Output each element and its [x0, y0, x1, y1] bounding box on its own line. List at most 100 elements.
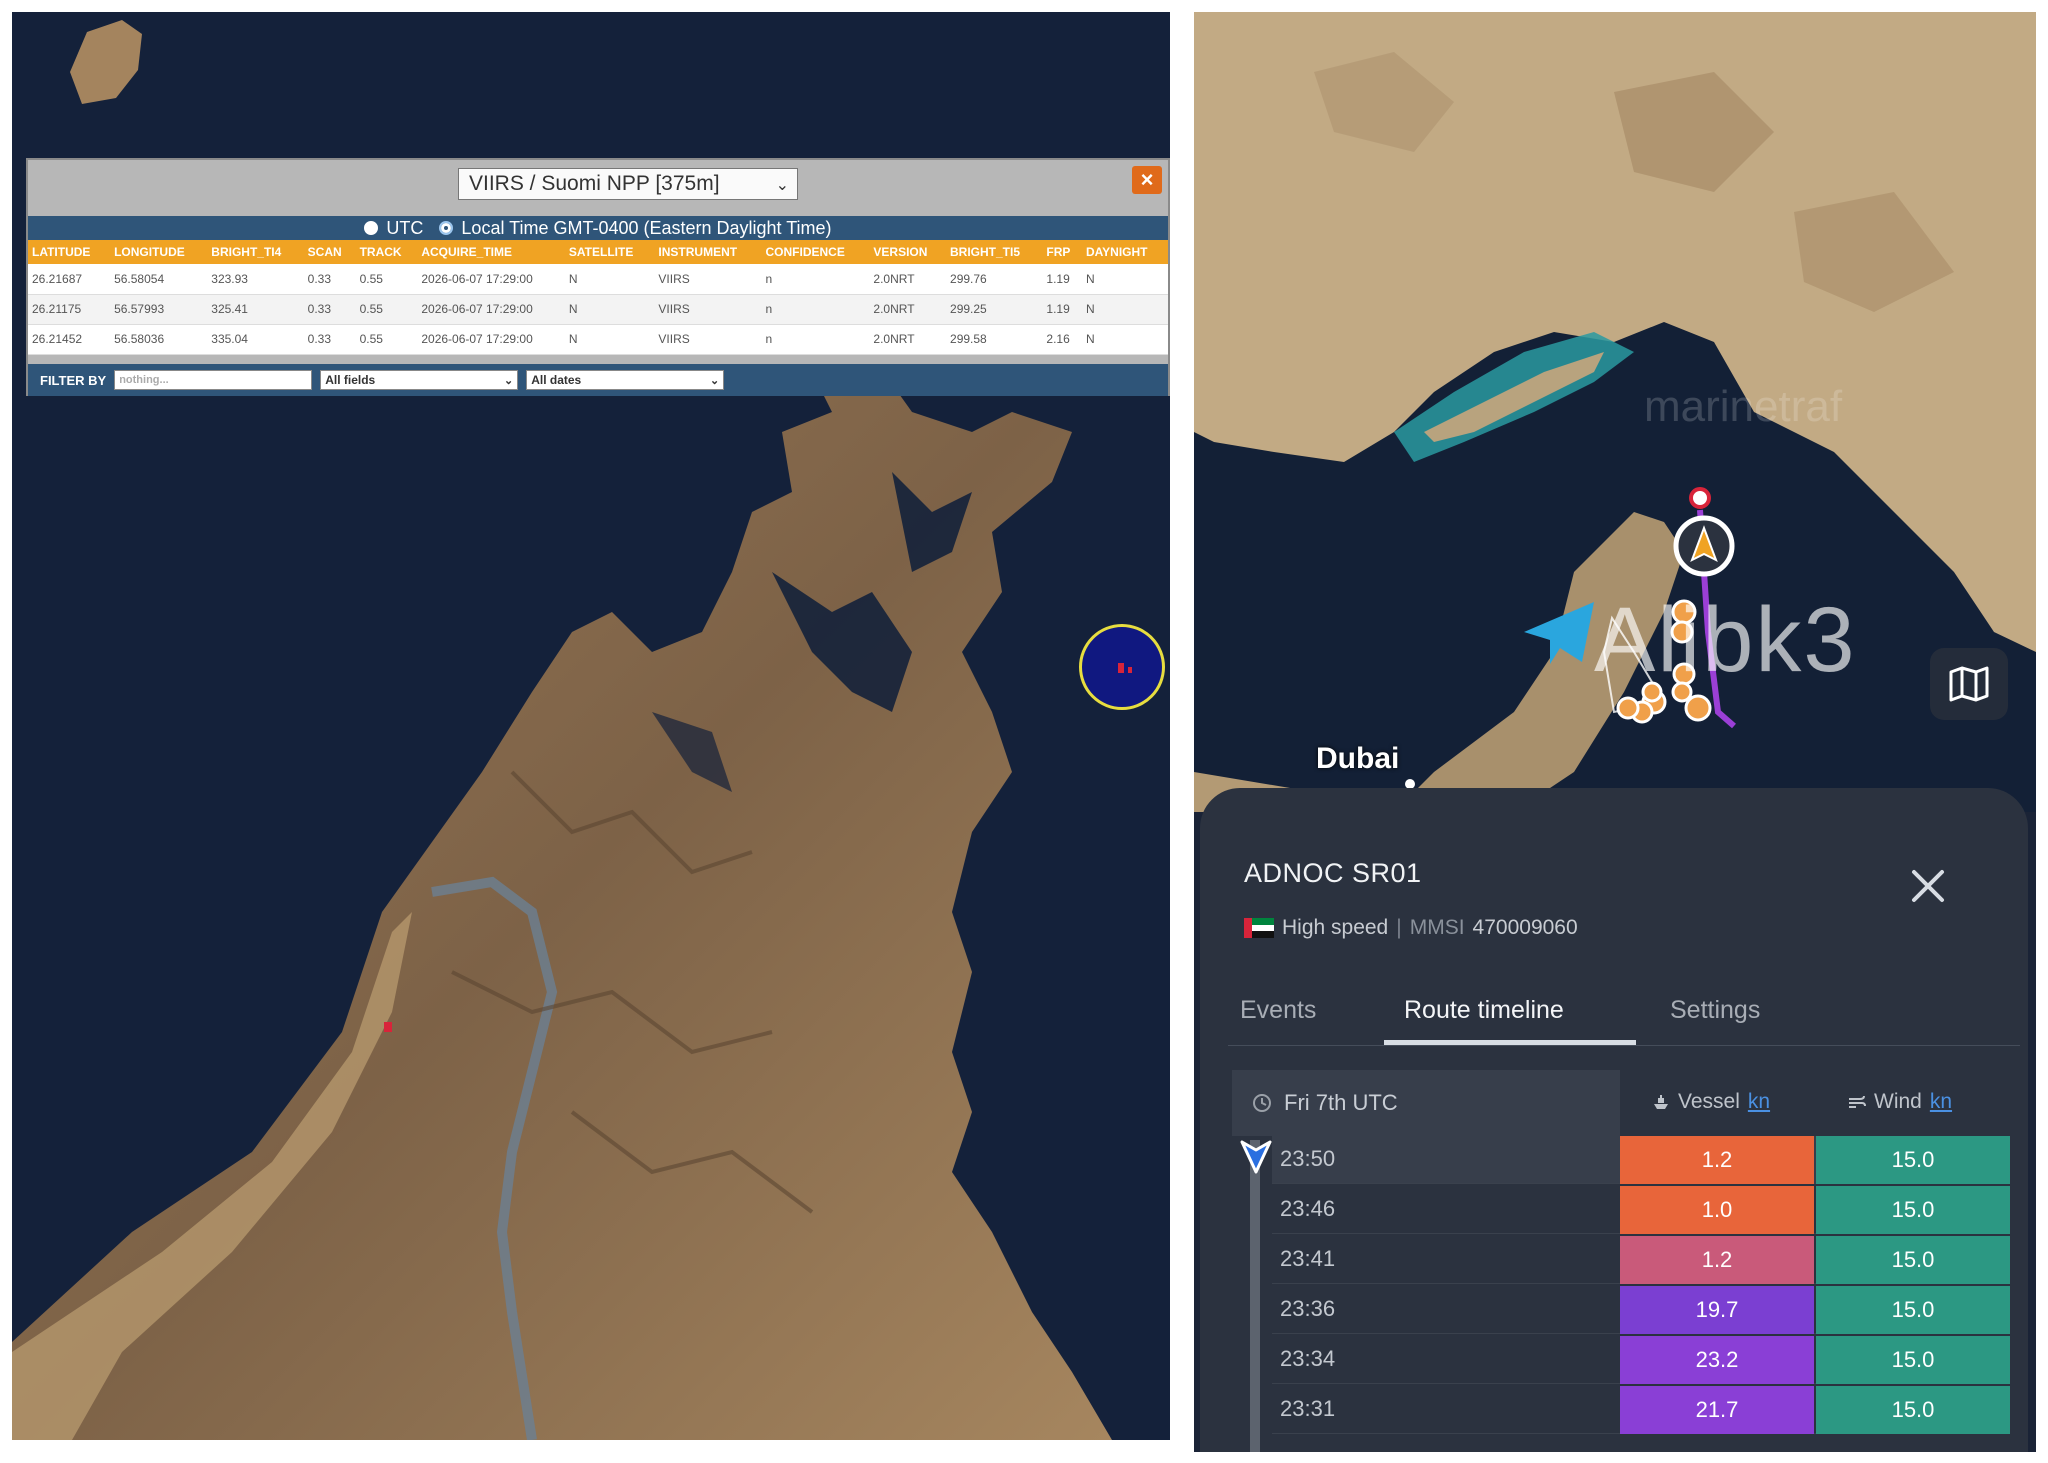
table-row[interactable]: 26.21452 56.58036 335.04 0.33 0.55 2026-06-07… [28, 324, 1168, 355]
city-label: Dubai [1316, 742, 1400, 775]
timeline-row[interactable]: 23:50 1.2 15.0 [1272, 1136, 2010, 1184]
vessel-arrow-icon[interactable] [1673, 515, 1735, 577]
wind-speed-header: Wind kn [1848, 1090, 1952, 1114]
timeline-row[interactable]: 23:31 21.7 15.0 [1272, 1386, 2010, 1434]
vessel-speed-header: Vessel kn [1652, 1090, 1770, 1114]
close-icon[interactable]: × [1132, 166, 1162, 194]
ship-icon [1654, 1095, 1668, 1109]
vessel-meta: High speed | MMSI 470009060 [1244, 916, 1578, 940]
column-header[interactable]: LONGITUDE [110, 240, 208, 264]
table-cell: 299.76 [946, 264, 1043, 295]
table-cell: 1.19 [1042, 264, 1082, 295]
timeline-time: 23:36 [1280, 1296, 1336, 1321]
column-header[interactable]: BRIGHT_TI5 [946, 240, 1043, 264]
column-header[interactable]: CONFIDENCE [761, 240, 870, 264]
timeline-time: 23:46 [1280, 1196, 1336, 1221]
fire-marker[interactable] [384, 1022, 392, 1032]
table-cell: 2026-06-07 17:29:00 [417, 324, 565, 355]
wind-unit-link[interactable]: kn [1930, 1090, 1952, 1114]
table-cell: N [1081, 324, 1168, 355]
wind-header-label: Wind [1874, 1090, 1922, 1113]
timeline-row[interactable]: 23:36 19.7 15.0 [1272, 1286, 2010, 1334]
chevron-down-icon: ⌄ [775, 177, 789, 194]
vessel-speed-cell: 23.2 [1620, 1336, 1814, 1384]
chevron-down-icon: ⌄ [709, 375, 720, 387]
column-header[interactable]: INSTRUMENT [654, 240, 762, 264]
vessel-speed-cell: 21.7 [1620, 1386, 1814, 1434]
column-header[interactable]: SATELLITE [564, 240, 655, 264]
mmsi-value: 470009060 [1472, 916, 1578, 939]
timeline-time: 23:50 [1280, 1146, 1336, 1171]
vessel-speed-cell: 1.0 [1620, 1186, 1814, 1234]
table-cell: 26.21452 [28, 324, 111, 355]
table-cell: 56.58054 [110, 264, 208, 295]
tab-settings[interactable]: Settings [1670, 996, 1760, 1025]
timeline-row[interactable]: 23:34 23.2 15.0 [1272, 1336, 2010, 1384]
timeline-time: 23:41 [1280, 1246, 1336, 1271]
timeline-time: 23:34 [1280, 1346, 1336, 1371]
utc-label: UTC [386, 217, 424, 238]
column-header[interactable]: BRIGHT_TI4 [207, 240, 304, 264]
column-header[interactable]: TRACK [355, 240, 418, 264]
tab-bar: Events Route timeline Settings [1228, 984, 2020, 1046]
table-cell: 0.33 [303, 264, 356, 295]
table-cell: 299.25 [946, 294, 1043, 325]
date-header: Fri 7th UTC [1232, 1070, 1620, 1136]
close-icon[interactable] [1908, 866, 1948, 906]
mmsi-label: MMSI [1409, 916, 1465, 939]
table-cell: VIIRS [654, 294, 762, 325]
table-cell: VIIRS [654, 324, 762, 355]
filter-row: FILTER BY nothing... All fields ⌄ All da… [28, 364, 1168, 396]
local-time-radio[interactable] [439, 221, 454, 235]
table-row[interactable]: 26.21175 56.57993 325.41 0.33 0.55 2026-06-07… [28, 294, 1168, 325]
hotspot-circle[interactable] [1079, 624, 1165, 710]
timeline-row[interactable]: 23:41 1.2 15.0 [1272, 1236, 2010, 1284]
hotspot-dot [1118, 663, 1124, 673]
vessel-unit-link[interactable]: kn [1748, 1090, 1770, 1114]
date-label: Fri 7th UTC [1284, 1090, 1398, 1115]
hotspot-dot [1128, 667, 1132, 673]
column-header[interactable]: VERSION [869, 240, 947, 264]
wind-speed-cell: 15.0 [1816, 1336, 2010, 1384]
table-cell: 56.57993 [110, 294, 208, 325]
chevron-down-icon: ⌄ [503, 375, 514, 387]
table-row[interactable]: 26.21687 56.58054 323.93 0.33 0.55 2026-06-07… [28, 264, 1168, 295]
utc-radio[interactable] [364, 221, 379, 235]
column-header[interactable]: LATITUDE [28, 240, 111, 264]
column-header[interactable]: FRP [1042, 240, 1082, 264]
column-header[interactable]: SCAN [303, 240, 356, 264]
tab-events[interactable]: Events [1240, 996, 1316, 1025]
timeline-scroll-track[interactable] [1250, 1140, 1260, 1452]
table-cell: 335.04 [207, 324, 304, 355]
map-layers-button[interactable] [1930, 648, 2008, 720]
table-cell: 2.0NRT [869, 294, 947, 325]
table-cell: n [761, 264, 870, 295]
vessel-speed-cell: 1.2 [1620, 1136, 1814, 1184]
table-cell: 325.41 [207, 294, 304, 325]
table-cell: 0.55 [355, 294, 418, 325]
table-cell: 26.21175 [28, 294, 111, 325]
table-cell: N [564, 264, 655, 295]
table-cell: 2.0NRT [869, 324, 947, 355]
date-select[interactable]: All dates ⌄ [526, 370, 725, 390]
table-cell: VIIRS [654, 264, 762, 295]
filter-label: FILTER BY [40, 372, 107, 388]
brand-watermark: marinetraf [1644, 382, 1843, 431]
satellite-select[interactable]: VIIRS / Suomi NPP [375m] ⌄ [458, 168, 798, 200]
filter-input[interactable]: nothing... [114, 370, 313, 390]
table-cell: N [564, 294, 655, 325]
tab-route-timeline[interactable]: Route timeline [1404, 996, 1564, 1025]
route-start-marker[interactable] [1689, 487, 1711, 509]
separator: | [1396, 916, 1402, 939]
table-cell: 323.93 [207, 264, 304, 295]
column-header[interactable]: DAYNIGHT [1081, 240, 1168, 264]
timeline-time: 23:31 [1280, 1396, 1336, 1421]
table-cell: N [1081, 294, 1168, 325]
wind-speed-cell: 15.0 [1816, 1236, 2010, 1284]
date-select-value: All dates [531, 373, 582, 387]
timeline-row[interactable]: 23:46 1.0 15.0 [1272, 1186, 2010, 1234]
column-header[interactable]: ACQUIRE_TIME [417, 240, 565, 264]
field-select[interactable]: All fields ⌄ [320, 370, 519, 390]
timeline-marker-icon[interactable] [1240, 1140, 1272, 1176]
vessel-card: ADNOC SR01 High speed | MMSI 470009060 E… [1200, 788, 2028, 1452]
